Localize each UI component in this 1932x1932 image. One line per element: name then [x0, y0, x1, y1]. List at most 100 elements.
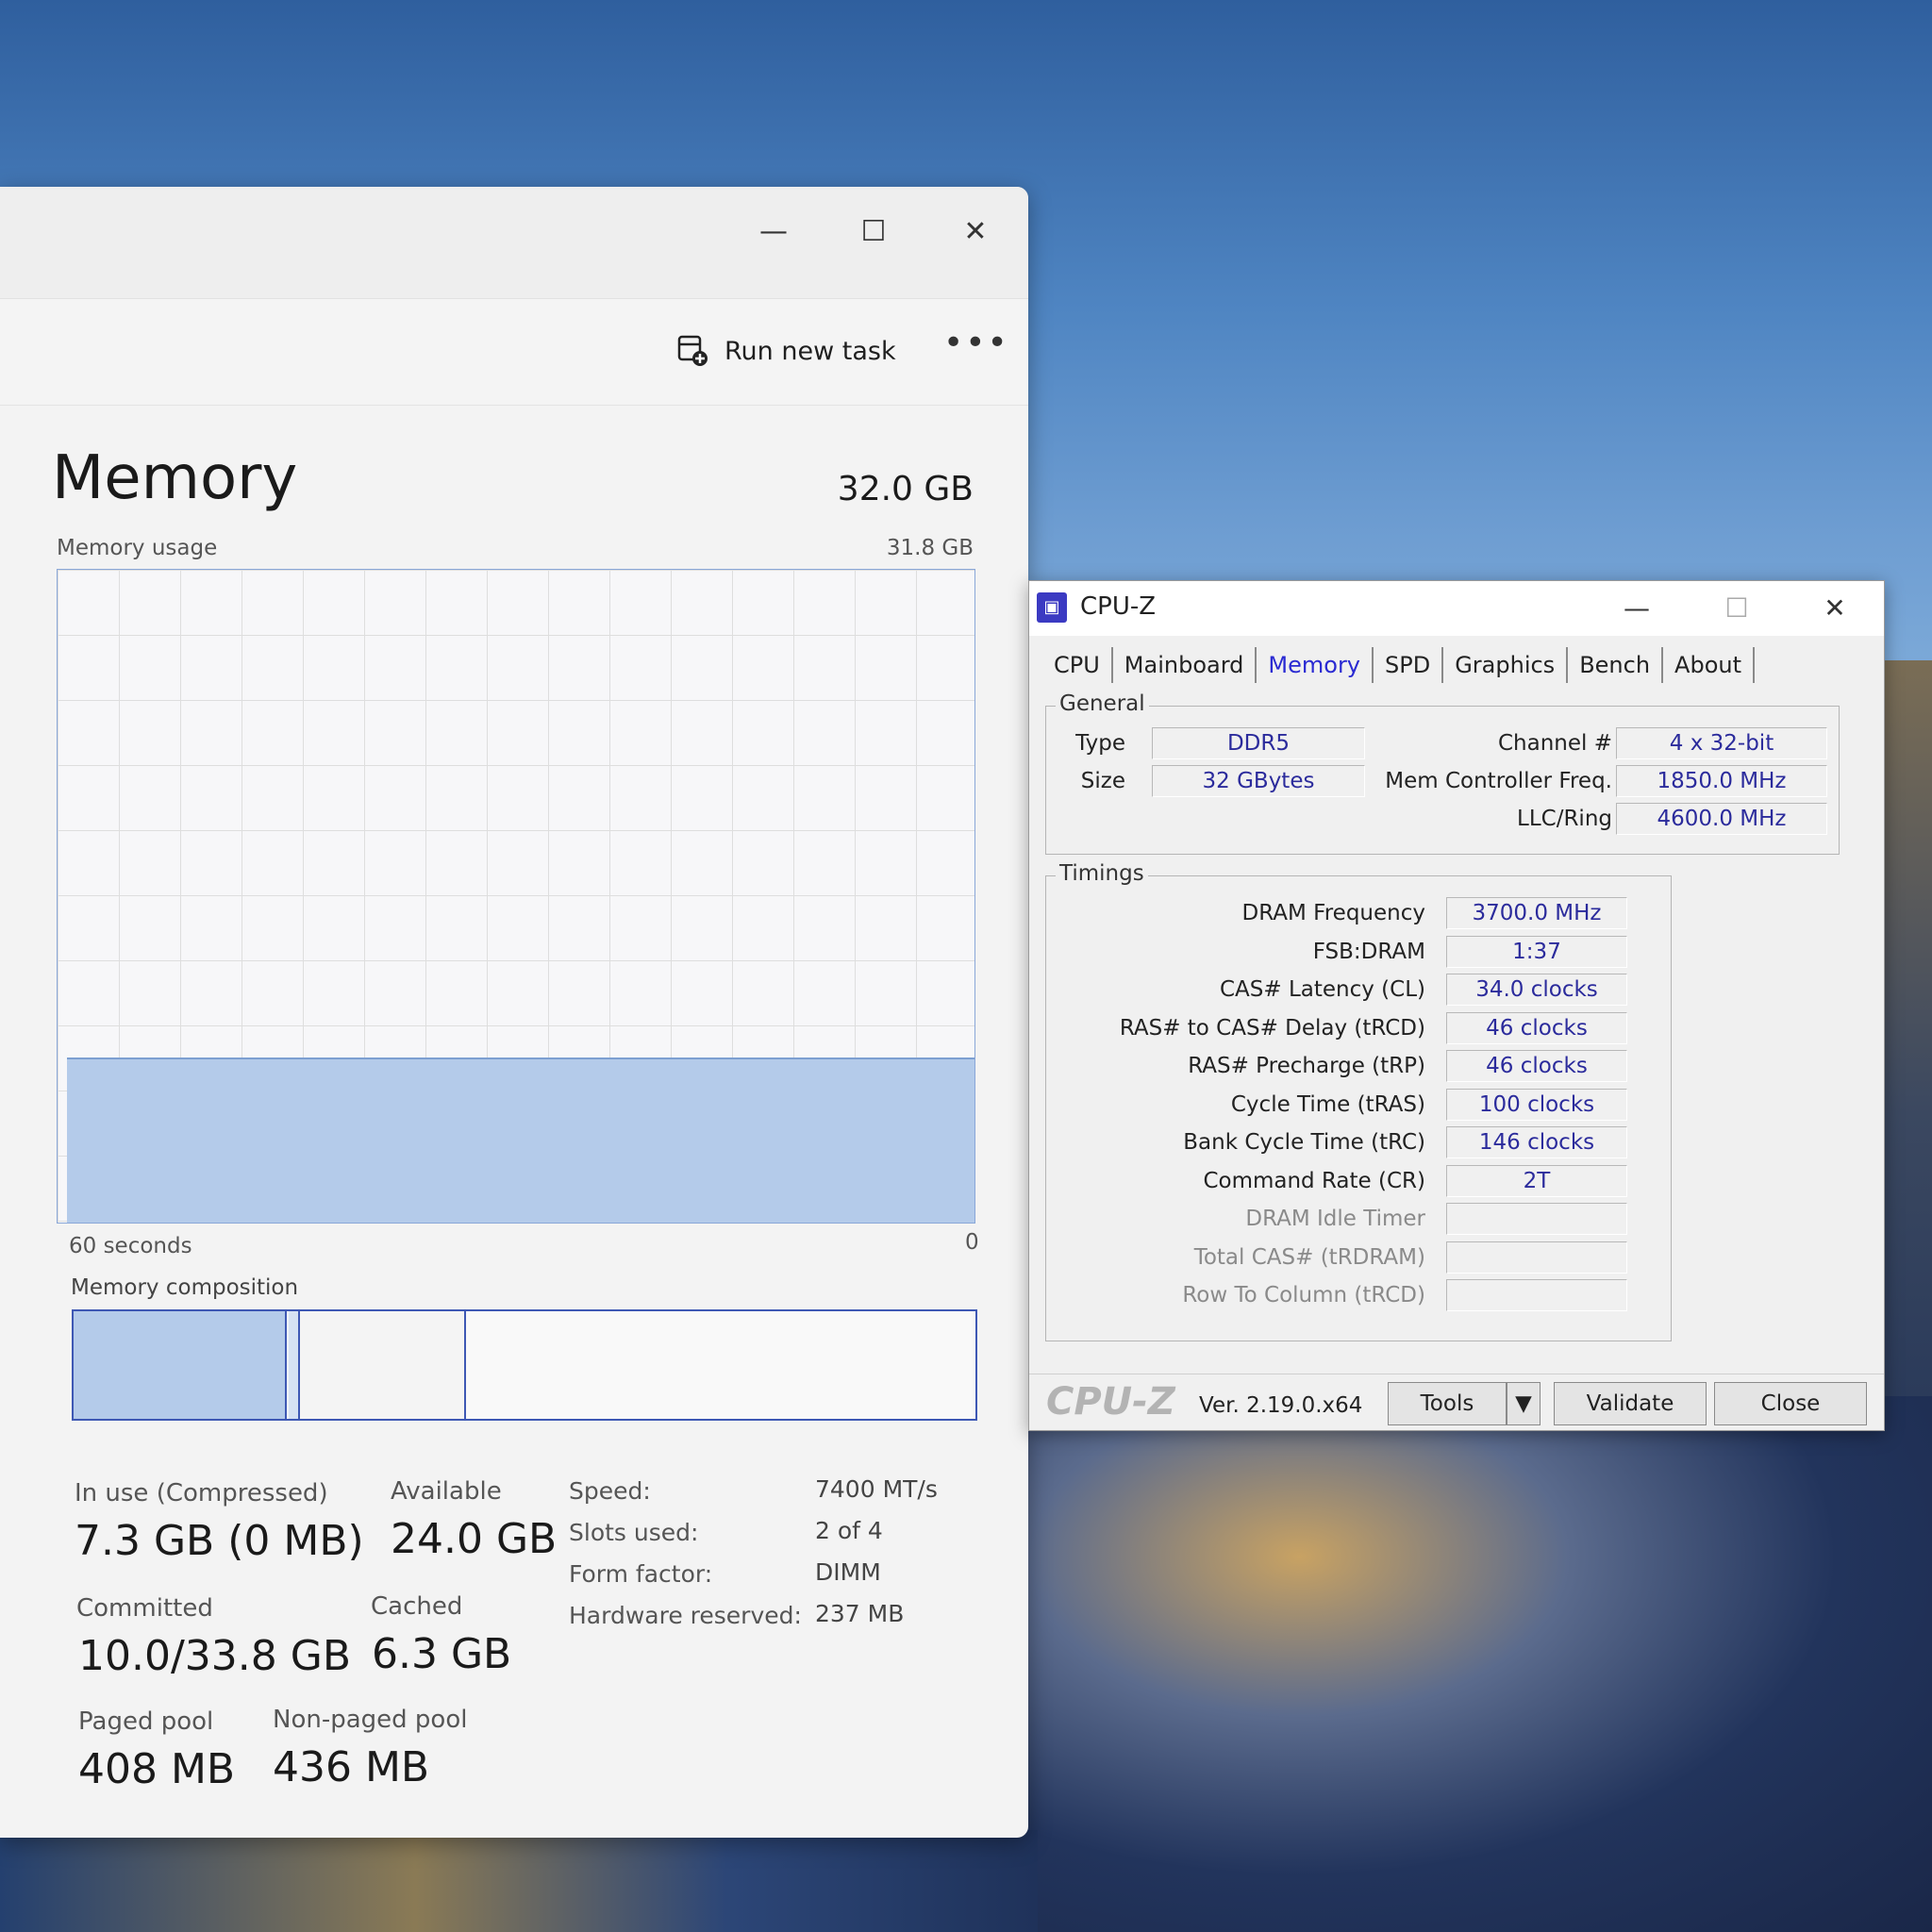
- close-icon: ✕: [1824, 592, 1846, 624]
- page-title: Memory: [52, 443, 298, 513]
- cpuz-title-bar: ▣ CPU-Z — ☐ ✕: [1029, 581, 1884, 636]
- run-new-task-button[interactable]: Run new task: [677, 332, 896, 370]
- task-manager-window: — ☐ ✕ Run new task ••• Memory 32.0 GB Me…: [0, 187, 1028, 1838]
- memory-usage-label: Memory usage: [57, 536, 218, 560]
- minimize-button[interactable]: —: [745, 206, 802, 258]
- size-value: 32 GBytes: [1152, 765, 1365, 797]
- minimize-icon: —: [759, 215, 788, 248]
- in-use-value: 7.3 GB (0 MB): [75, 1517, 364, 1565]
- cpuz-minimize-button[interactable]: —: [1608, 585, 1665, 632]
- tools-button[interactable]: Tools: [1388, 1382, 1507, 1425]
- cpuz-maximize-button[interactable]: ☐: [1708, 585, 1765, 632]
- close-icon: ✕: [963, 215, 988, 248]
- timing-label: DRAM Frequency: [1241, 901, 1425, 925]
- timing-label: Total CAS# (tRDRAM): [1193, 1244, 1425, 1270]
- run-new-task-label: Run new task: [724, 336, 896, 366]
- size-label: Size: [1080, 769, 1125, 793]
- llc-ring-value: 4600.0 MHz: [1616, 803, 1827, 835]
- memory-composition-label: Memory composition: [71, 1275, 299, 1300]
- timing-label: CAS# Latency (CL): [1219, 977, 1425, 1002]
- maximize-button[interactable]: ☐: [845, 206, 902, 258]
- timing-label: Row To Column (tRCD): [1182, 1283, 1425, 1307]
- tab-memory[interactable]: Memory: [1257, 647, 1374, 683]
- timing-value: 3700.0 MHz: [1446, 897, 1627, 929]
- paged-pool-label: Paged pool: [78, 1707, 214, 1736]
- timings-group-title: Timings: [1056, 861, 1148, 886]
- mem-controller-freq-label: Mem Controller Freq.: [1385, 769, 1612, 793]
- timing-value: [1446, 1203, 1627, 1235]
- cpuz-version: Ver. 2.19.0.x64: [1199, 1393, 1363, 1418]
- type-label: Type: [1075, 731, 1125, 756]
- wallpaper-rocks: [1028, 1396, 1932, 1932]
- timing-label: RAS# Precharge (tRP): [1188, 1054, 1425, 1078]
- more-options-button[interactable]: •••: [943, 324, 1009, 362]
- committed-label: Committed: [76, 1594, 213, 1623]
- timing-value: 46 clocks: [1446, 1050, 1627, 1082]
- wallpaper-rocks-bottom: [0, 1830, 1038, 1932]
- in-use-label: In use (Compressed): [75, 1479, 328, 1507]
- cpuz-tabs: CPU Mainboard Memory SPD Graphics Bench …: [1042, 647, 1756, 685]
- tab-spd[interactable]: SPD: [1374, 647, 1444, 683]
- title-bar: — ☐ ✕: [0, 187, 1028, 299]
- maximize-icon: ☐: [860, 215, 887, 248]
- available-label: Available: [391, 1477, 502, 1506]
- cached-value: 6.3 GB: [372, 1630, 512, 1678]
- form-factor-value: DIMM: [815, 1558, 881, 1586]
- wallpaper-cliffs: [1877, 660, 1932, 1415]
- cpuz-brand-logo: CPU-Z: [1046, 1380, 1175, 1424]
- toolbar: Run new task •••: [0, 299, 1028, 406]
- graph-time-left: 60 seconds: [69, 1234, 192, 1258]
- channel-value: 4 x 32-bit: [1616, 727, 1827, 759]
- hardware-reserved-value: 237 MB: [815, 1600, 905, 1627]
- memory-usage-fill: [67, 1058, 974, 1223]
- form-factor-label: Form factor:: [569, 1560, 713, 1588]
- composition-modified: [289, 1311, 300, 1419]
- cpuz-title: CPU-Z: [1080, 592, 1157, 621]
- tab-mainboard[interactable]: Mainboard: [1113, 647, 1257, 683]
- composition-in-use: [74, 1311, 287, 1419]
- memory-usage-graph: [57, 569, 975, 1224]
- tab-cpu[interactable]: CPU: [1042, 647, 1113, 683]
- timing-label: Command Rate (CR): [1203, 1168, 1425, 1193]
- tab-about[interactable]: About: [1663, 647, 1756, 683]
- memory-total: 32.0 GB: [837, 470, 974, 508]
- run-task-icon: [677, 335, 709, 367]
- cpuz-window: ▣ CPU-Z — ☐ ✕ CPU Mainboard Memory SPD G…: [1028, 580, 1885, 1431]
- type-value: DDR5: [1152, 727, 1365, 759]
- timing-value: 46 clocks: [1446, 1011, 1627, 1044]
- tab-graphics[interactable]: Graphics: [1443, 647, 1569, 683]
- llc-ring-label: LLC/Ring: [1517, 807, 1612, 831]
- non-paged-pool-label: Non-paged pool: [273, 1706, 468, 1734]
- timings-group: Timings DRAM Frequency 3700.0 MHz FSB:DRAM…: [1045, 861, 1672, 1341]
- cpuz-close-button[interactable]: ✕: [1807, 585, 1863, 632]
- general-group: General Type DDR5 Size 32 GBytes Channel…: [1045, 691, 1840, 855]
- graph-time-right: 0: [965, 1230, 979, 1255]
- general-group-title: General: [1056, 691, 1149, 716]
- timing-value: [1446, 1241, 1627, 1274]
- non-paged-pool-value: 436 MB: [273, 1743, 430, 1791]
- paged-pool-value: 408 MB: [78, 1745, 236, 1793]
- timing-label: FSB:DRAM: [1312, 939, 1425, 964]
- close-button[interactable]: ✕: [947, 206, 1004, 258]
- hardware-reserved-label: Hardware reserved:: [569, 1602, 802, 1629]
- validate-button[interactable]: Validate: [1554, 1382, 1707, 1425]
- tools-dropdown-button[interactable]: ▼: [1507, 1382, 1541, 1425]
- available-value: 24.0 GB: [391, 1515, 558, 1563]
- cpuz-footer: CPU-Z Ver. 2.19.0.x64 Tools ▼ Validate C…: [1029, 1374, 1884, 1431]
- tab-bench[interactable]: Bench: [1568, 647, 1664, 683]
- close-window-button[interactable]: Close: [1714, 1382, 1867, 1425]
- timing-value: 1:37: [1446, 935, 1627, 968]
- slots-value: 2 of 4: [815, 1517, 883, 1544]
- timing-value: 2T: [1446, 1164, 1627, 1197]
- timing-value: 34.0 clocks: [1446, 974, 1627, 1006]
- composition-free: [466, 1311, 972, 1419]
- chevron-down-icon: ▼: [1515, 1391, 1532, 1416]
- memory-composition-bar: [72, 1309, 977, 1421]
- timing-label: Bank Cycle Time (tRC): [1183, 1130, 1425, 1155]
- timing-label: DRAM Idle Timer: [1245, 1207, 1425, 1231]
- memory-usage-max: 31.8 GB: [886, 536, 974, 560]
- slots-label: Slots used:: [569, 1519, 699, 1546]
- timing-value: 146 clocks: [1446, 1126, 1627, 1158]
- timing-label: RAS# to CAS# Delay (tRCD): [1119, 1015, 1425, 1041]
- timing-label: Cycle Time (tRAS): [1230, 1091, 1425, 1117]
